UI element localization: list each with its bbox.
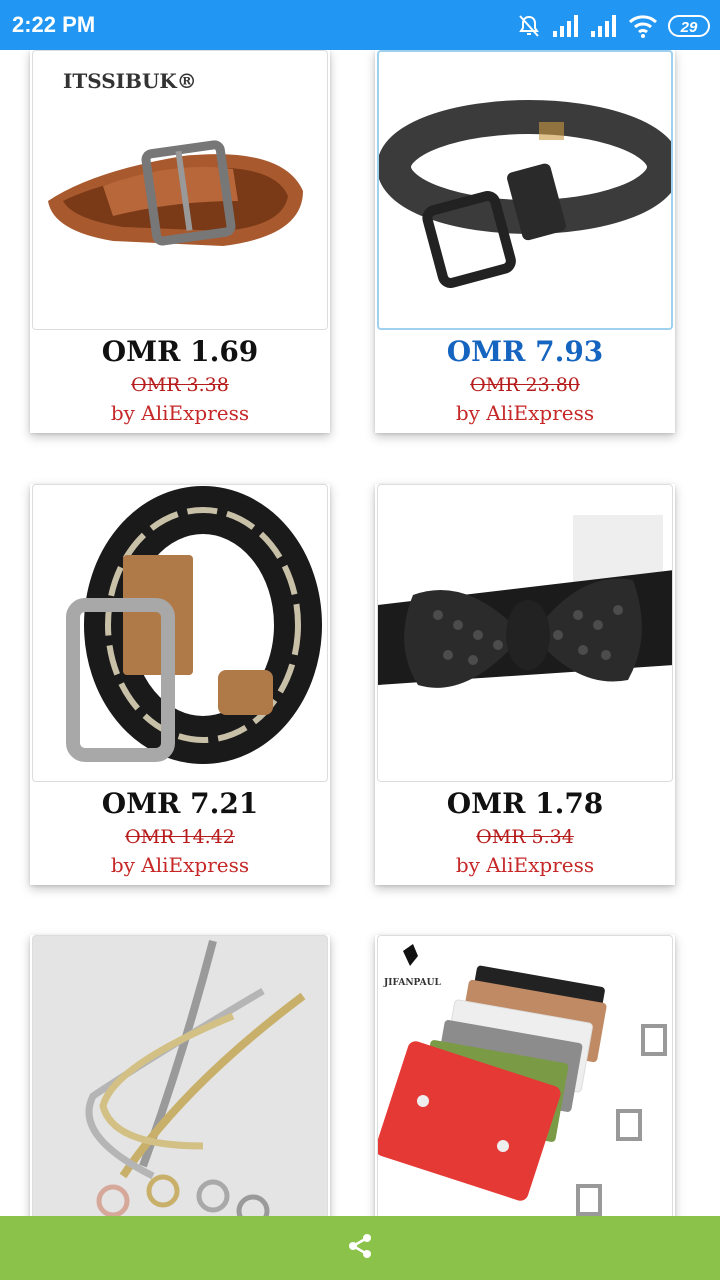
product-card[interactable]: OMR 1.78 OMR 5.34 by AliExpress bbox=[375, 484, 675, 885]
product-image[interactable]: JIFANPAUL bbox=[377, 935, 673, 1216]
product-image[interactable] bbox=[32, 484, 328, 782]
product-card[interactable]: ITSSIBUK® OMR 1.69 OMR 3.38 by AliExpres… bbox=[30, 50, 330, 433]
status-bar: 2:22 PM 29 bbox=[0, 0, 720, 50]
product-seller: by AliExpress bbox=[455, 401, 595, 425]
product-seller: by AliExpress bbox=[455, 853, 595, 877]
share-icon[interactable] bbox=[345, 1231, 375, 1265]
signal-icon bbox=[590, 15, 618, 37]
product-image[interactable] bbox=[32, 935, 328, 1216]
product-price: OMR 1.69 bbox=[101, 335, 259, 368]
product-old-price: OMR 23.80 bbox=[470, 374, 580, 396]
product-image[interactable]: ITSSIBUK® bbox=[32, 50, 328, 330]
product-image[interactable] bbox=[377, 50, 673, 330]
product-price: OMR 1.78 bbox=[446, 787, 604, 820]
product-old-price: OMR 5.34 bbox=[476, 826, 574, 848]
product-price: OMR 7.21 bbox=[101, 787, 259, 820]
product-card[interactable] bbox=[30, 935, 330, 1216]
product-grid: ITSSIBUK® OMR 1.69 OMR 3.38 by AliExpres… bbox=[0, 50, 720, 1216]
battery-icon: 29 bbox=[668, 15, 710, 37]
signal-icon bbox=[552, 15, 580, 37]
product-old-price: OMR 14.42 bbox=[125, 826, 235, 848]
mute-icon bbox=[516, 13, 542, 39]
product-card[interactable]: OMR 7.21 OMR 14.42 by AliExpress bbox=[30, 484, 330, 885]
product-old-price: OMR 3.38 bbox=[131, 374, 229, 396]
product-seller: by AliExpress bbox=[110, 853, 250, 877]
product-price: OMR 7.93 bbox=[446, 335, 604, 368]
product-seller: by AliExpress bbox=[110, 401, 250, 425]
bottom-bar bbox=[0, 1216, 720, 1280]
wifi-icon bbox=[628, 14, 658, 38]
product-image[interactable] bbox=[377, 484, 673, 782]
product-card[interactable]: JIFANPAUL bbox=[375, 935, 675, 1216]
status-icons: 29 bbox=[516, 11, 710, 41]
status-time: 2:22 PM bbox=[12, 12, 96, 37]
product-card[interactable]: OMR 7.93 OMR 23.80 by AliExpress bbox=[375, 50, 675, 433]
